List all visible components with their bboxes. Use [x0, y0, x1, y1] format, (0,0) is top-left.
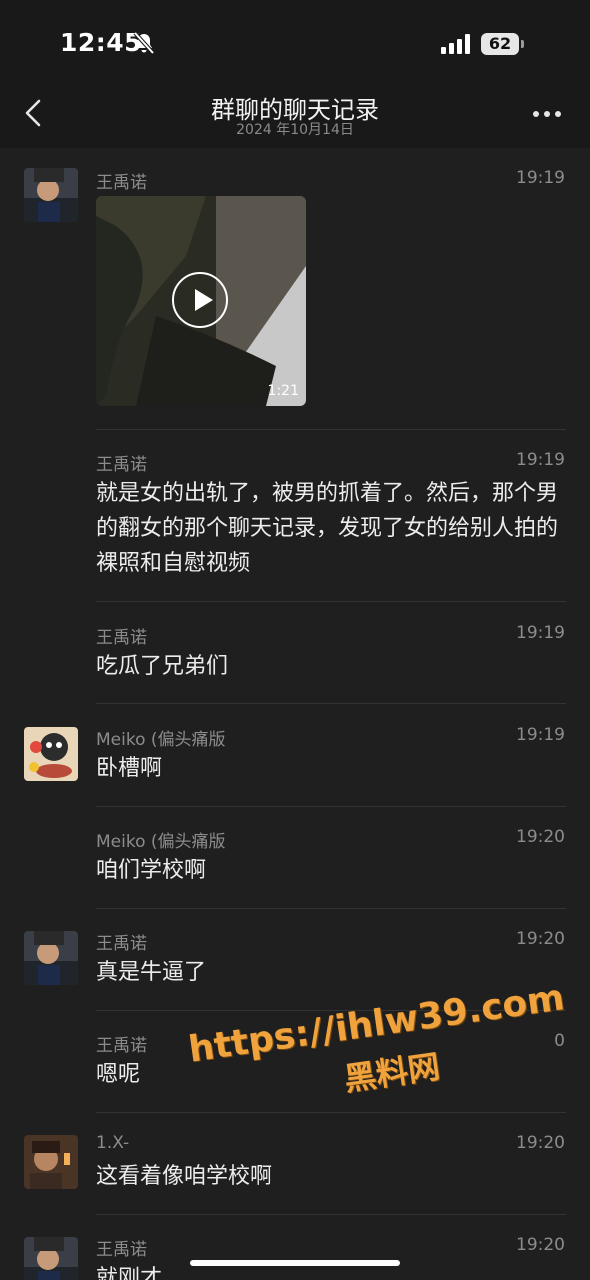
watermark-label: 黑料网 [341, 1047, 443, 1099]
play-icon[interactable] [172, 272, 228, 328]
divider [96, 806, 566, 807]
page-subtitle-date: 2024 年10月14日 [236, 122, 354, 138]
message-time: 19:19 [516, 623, 565, 643]
divider [96, 601, 566, 602]
avatar[interactable] [24, 1135, 78, 1189]
nav-bar: 群聊的聊天记录 2024 年10月14日 [0, 88, 590, 146]
divider [96, 429, 566, 430]
message-time: 19:20 [516, 929, 565, 949]
sender-name: Meiko (偏头痛版 [96, 832, 226, 852]
message-text: 咱们学校啊 [96, 858, 207, 883]
video-duration: 1:21 [267, 383, 299, 399]
message-text: 真是牛逼了 [96, 960, 207, 985]
avatar[interactable] [24, 727, 78, 781]
battery-icon: 62 [481, 33, 519, 55]
sender-name: 王禹诺 [96, 934, 147, 954]
video-thumbnail[interactable]: 1:21 [96, 196, 306, 406]
mute-bell-icon [133, 31, 155, 55]
message-time: 19:20 [516, 827, 565, 847]
sender-name: 王禹诺 [96, 455, 147, 475]
sender-name: 王禹诺 [96, 1036, 147, 1056]
battery-tip [521, 40, 524, 48]
message-time: 19:19 [516, 450, 565, 470]
message-text: 这看着像咱学校啊 [96, 1164, 273, 1189]
divider [96, 703, 566, 704]
message-time: 19:20 [516, 1133, 565, 1153]
clock: 12:45 [60, 28, 143, 57]
sender-name: 王禹诺 [96, 173, 147, 193]
sender-name: 1.X- [96, 1133, 130, 1153]
sender-name: 王禹诺 [96, 628, 147, 648]
sender-name: 王禹诺 [96, 1240, 147, 1260]
message-time: 19:19 [516, 168, 565, 188]
message-time: 19:20 [516, 1235, 565, 1255]
status-bar: 12:45 62 [0, 0, 590, 88]
message-text: 卧槽啊 [96, 756, 163, 781]
avatar[interactable] [24, 168, 78, 222]
message-time: 19:19 [516, 725, 565, 745]
home-indicator [190, 1260, 400, 1266]
more-options-icon[interactable] [532, 110, 562, 118]
cellular-signal-icon [441, 34, 470, 54]
avatar[interactable] [24, 1237, 78, 1280]
sender-name: Meiko (偏头痛版 [96, 730, 226, 750]
avatar[interactable] [24, 931, 78, 985]
divider [96, 1214, 566, 1215]
message-text: 就是女的出轨了，被男的抓着了。然后，那个男的翻女的那个聊天记录，发现了女的给别人… [96, 481, 559, 576]
divider [96, 908, 566, 909]
message-text: 吃瓜了兄弟们 [96, 654, 229, 679]
